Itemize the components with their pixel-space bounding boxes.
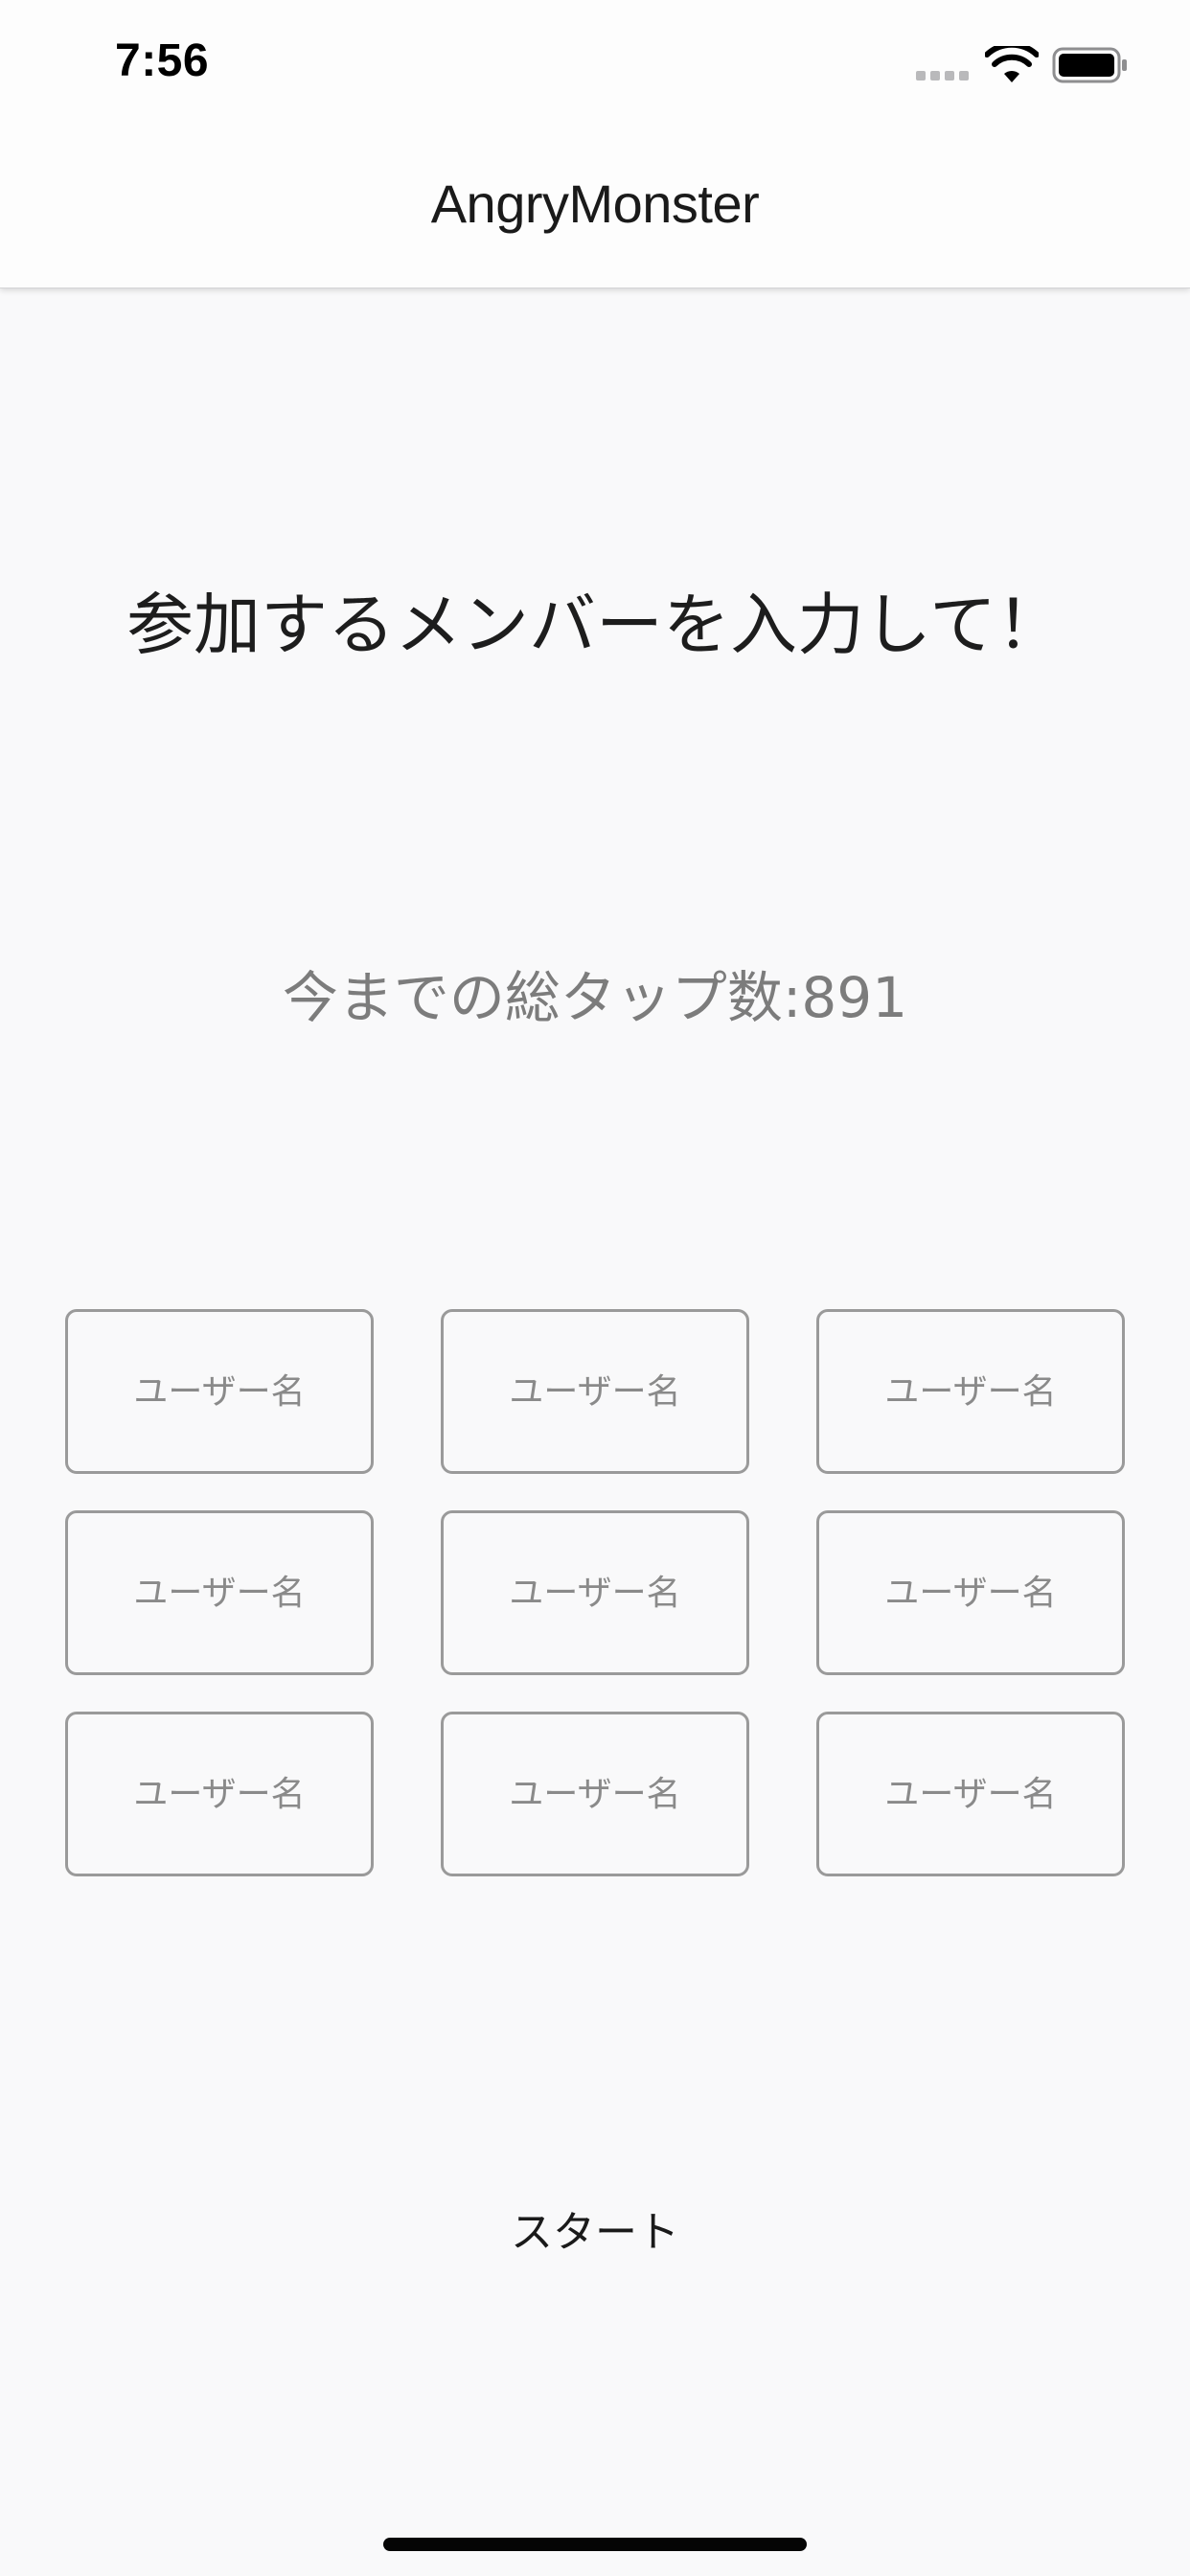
user-name-input-3[interactable]	[816, 1309, 1125, 1474]
user-name-input-2[interactable]	[441, 1309, 749, 1474]
start-button[interactable]: スタート	[451, 2195, 739, 2262]
user-name-input-7[interactable]	[65, 1712, 374, 1876]
wifi-icon	[985, 46, 1039, 82]
user-name-input-4[interactable]	[65, 1510, 374, 1675]
user-name-input-1[interactable]	[65, 1309, 374, 1474]
page-heading: 参加するメンバーを入力して！	[126, 586, 1064, 664]
signal-dots-icon	[916, 71, 970, 80]
status-bar-time: 7:56	[115, 35, 210, 86]
tap-count-label: 今までの総タップ数:	[282, 965, 802, 1030]
user-name-input-9[interactable]	[816, 1712, 1125, 1876]
home-indicator[interactable]	[383, 2538, 807, 2551]
user-name-input-8[interactable]	[441, 1712, 749, 1876]
user-name-grid	[65, 1309, 1125, 1876]
top-bar: 7:56 AngryMonster	[0, 0, 1190, 288]
total-tap-count: 今までの総タップ数:891	[0, 953, 1190, 1033]
nav-title: AngryMonster	[430, 173, 760, 234]
user-name-input-6[interactable]	[816, 1510, 1125, 1675]
tap-count-value: 891	[801, 965, 908, 1030]
battery-icon	[1052, 47, 1127, 83]
user-name-input-5[interactable]	[441, 1510, 749, 1675]
